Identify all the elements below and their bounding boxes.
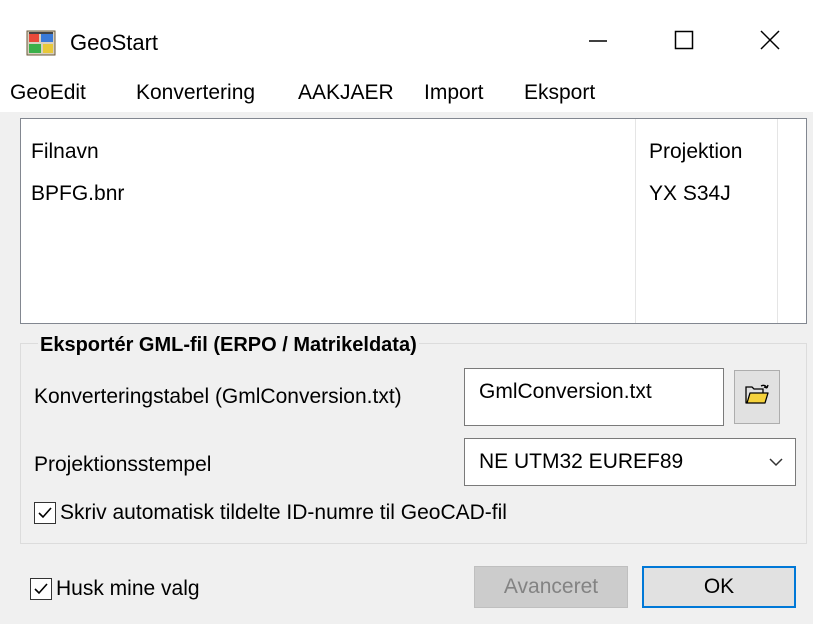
- menu-bar: GeoEdit Konvertering AAKJAER Import Eksp…: [0, 72, 813, 112]
- menu-item-konvertering[interactable]: Konvertering: [136, 80, 255, 106]
- column-divider: [777, 119, 778, 323]
- checkmark-icon: [38, 507, 52, 519]
- conversion-table-label: Konverteringstabel (GmlConversion.txt): [34, 385, 402, 408]
- window-title: GeoStart: [70, 30, 159, 55]
- conversion-table-field[interactable]: GmlConversion.txt: [464, 368, 724, 426]
- export-group-title: Eksportér GML-fil (ERPO / Matrikeldata): [38, 332, 419, 358]
- geostart-app-icon: [26, 30, 56, 56]
- close-button[interactable]: [740, 20, 800, 64]
- minimize-icon: [588, 30, 608, 55]
- remember-checkbox[interactable]: [30, 578, 52, 600]
- projection-stamp-value: NE UTM32 EUREF89: [479, 450, 684, 473]
- write-ids-label: Skriv automatisk tildelte ID-numre til G…: [60, 501, 507, 524]
- list-item-projection: YX S34J: [649, 182, 731, 205]
- column-header-projection[interactable]: Projektion: [649, 139, 742, 165]
- projection-stamp-select[interactable]: NE UTM32 EUREF89: [464, 438, 796, 486]
- menu-item-aakjaer[interactable]: AAKJAER: [298, 80, 394, 106]
- menu-item-eksport[interactable]: Eksport: [524, 80, 595, 106]
- ok-button[interactable]: OK: [642, 566, 796, 608]
- write-ids-option[interactable]: Skriv automatisk tildelte ID-numre til G…: [34, 500, 507, 526]
- browse-button[interactable]: [734, 370, 780, 424]
- remember-label: Husk mine valg: [56, 577, 200, 600]
- column-header-filename[interactable]: Filnavn: [31, 139, 99, 165]
- write-ids-checkbox[interactable]: [34, 502, 56, 524]
- maximize-icon: [674, 30, 694, 55]
- file-list[interactable]: Filnavn Projektion BPFG.bnr YX S34J: [20, 118, 807, 324]
- title-bar: GeoStart: [0, 0, 813, 72]
- menu-item-import[interactable]: Import: [424, 80, 484, 106]
- advanced-button[interactable]: Avanceret: [474, 566, 628, 608]
- list-item-filename: BPFG.bnr: [31, 182, 125, 205]
- checkmark-icon: [34, 583, 48, 595]
- geostart-window: GeoStart GeoEdit Konvertering AAKJAER Im…: [0, 0, 813, 624]
- menu-item-geoedit[interactable]: GeoEdit: [10, 80, 86, 106]
- projection-stamp-label: Projektionsstempel: [34, 453, 212, 476]
- close-icon: [760, 29, 780, 55]
- column-divider: [635, 119, 636, 323]
- open-folder-icon: [744, 384, 770, 411]
- remember-option[interactable]: Husk mine valg: [30, 576, 200, 602]
- chevron-down-icon: [767, 453, 785, 471]
- minimize-button[interactable]: [568, 20, 628, 64]
- maximize-button[interactable]: [654, 20, 714, 64]
